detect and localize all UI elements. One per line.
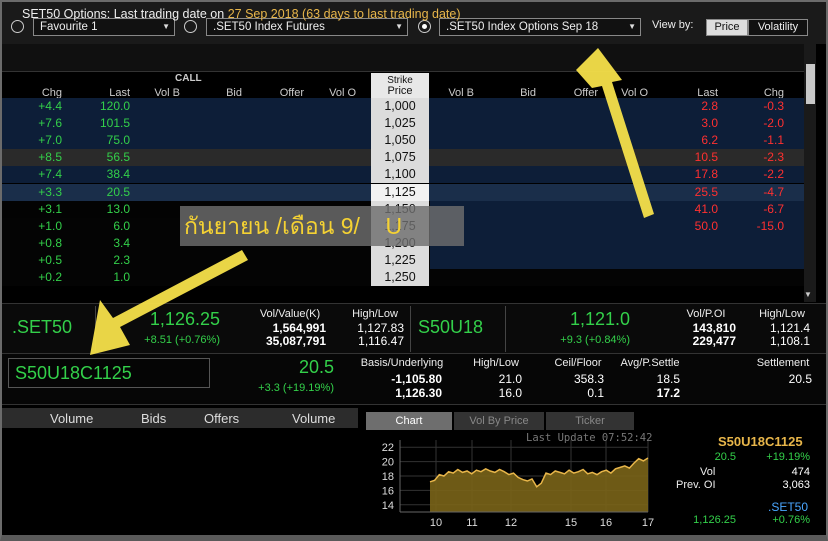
arrow-up-icon [576,48,654,218]
annotation-arrows [90,48,654,355]
arrow-down-left-icon [90,250,248,355]
